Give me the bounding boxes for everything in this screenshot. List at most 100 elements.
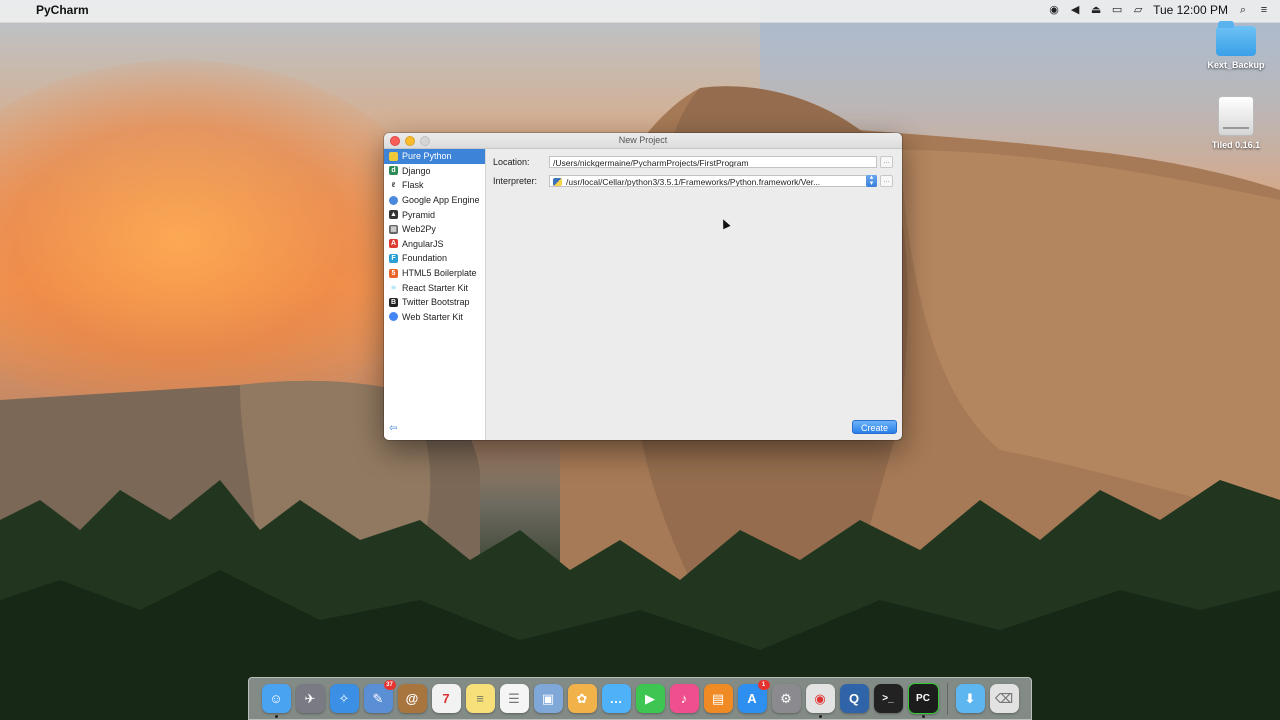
dock-separator	[946, 682, 948, 715]
running-indicator	[274, 715, 278, 718]
eject-icon[interactable]: ⏏	[1090, 4, 1102, 16]
django-icon: d	[389, 166, 398, 176]
project-type-pyramid[interactable]: ▲ Pyramid	[384, 207, 485, 222]
display-icon[interactable]: ▭	[1111, 4, 1123, 16]
ibooks-icon[interactable]: ▤	[703, 684, 733, 713]
contacts-icon[interactable]: @	[397, 684, 427, 713]
project-type-django[interactable]: d Django	[384, 164, 485, 179]
desktop-disk-tiled[interactable]: Tiled 0.16.1	[1196, 96, 1276, 150]
menu-extras: ◉ ◀ ⏏ ▭ ▱ Tue 12:00 PM ⌕ ≡	[1048, 3, 1270, 17]
downloads-folder-icon[interactable]: ⬇	[955, 684, 985, 713]
project-type-label: Google App Engine	[402, 195, 480, 206]
dock: ☺ ✈ ✧ ✎ 37 @ 7 ≡ ☰ ▣ ✿ … ▶ ♪ ▤ A1 ⚙ ◉ Q >…	[248, 677, 1032, 720]
location-browse-button[interactable]: ...	[880, 156, 893, 168]
folder-icon	[1216, 21, 1256, 56]
active-app-menu[interactable]: PyCharm	[36, 3, 89, 17]
finder-icon[interactable]: ☺	[261, 684, 291, 718]
project-type-label: Pure Python	[402, 151, 452, 162]
project-type-react-starter-kit[interactable]: ⚛ React Starter Kit	[384, 280, 485, 295]
itunes-icon[interactable]: ♪	[669, 684, 699, 713]
project-type-label: Twitter Bootstrap	[402, 297, 470, 308]
web2py-icon: ▦	[389, 224, 398, 234]
chevron-updown-icon[interactable]: ▴ ▾	[866, 174, 877, 187]
project-type-label: Web Starter Kit	[402, 311, 463, 322]
project-type-flask[interactable]: ℓ Flask	[384, 178, 485, 193]
project-type-label: Flask	[402, 180, 424, 191]
pycharm-icon[interactable]: PC	[907, 683, 939, 718]
safari-icon[interactable]: ✧	[329, 684, 359, 713]
web-starter-kit-icon	[389, 312, 398, 322]
project-type-web2py[interactable]: ▦ Web2Py	[384, 222, 485, 237]
dialog-titlebar[interactable]: New Project	[384, 133, 902, 149]
app-store-icon[interactable]: A1	[737, 680, 770, 713]
react-icon: ⚛	[390, 284, 397, 292]
messages-icon[interactable]: …	[601, 684, 631, 713]
minimize-window-button[interactable]	[405, 136, 415, 146]
interpreter-label: Interpreter:	[493, 176, 538, 186]
project-type-html5-boilerplate[interactable]: 5 HTML5 Boilerplate	[384, 266, 485, 281]
preview-icon[interactable]: ▣	[533, 684, 563, 713]
dialog-title: New Project	[618, 135, 668, 145]
zoom-window-button[interactable]	[420, 136, 430, 146]
quicktime-icon[interactable]: Q	[839, 684, 869, 713]
calendar-icon[interactable]: 7	[431, 684, 461, 713]
project-type-web-starter-kit[interactable]: Web Starter Kit	[384, 310, 485, 325]
location-label: Location:	[493, 157, 530, 167]
app-engine-icon	[389, 195, 398, 205]
bootstrap-icon: B	[389, 297, 398, 307]
project-settings-panel: Location: /Users/nickgermaine/PycharmPro…	[486, 149, 902, 440]
search-icon[interactable]: ⌕	[1237, 4, 1249, 16]
menubar-clock[interactable]: Tue 12:00 PM	[1153, 3, 1228, 17]
project-type-label: Foundation	[402, 253, 448, 264]
foundation-icon: F	[389, 253, 398, 263]
trash-icon[interactable]: ⌫	[989, 684, 1019, 713]
flask-icon: ℓ	[391, 181, 396, 189]
menu-bar: PyCharm ◉ ◀ ⏏ ▭ ▱ Tue 12:00 PM ⌕ ≡	[0, 0, 1280, 23]
notes-icon[interactable]: ≡	[465, 684, 495, 713]
photos-icon[interactable]: ✿	[567, 684, 597, 713]
running-indicator	[818, 715, 822, 718]
angularjs-icon: A	[389, 239, 398, 249]
interpreter-row: Interpreter: /usr/local/Cellar/python3/3…	[493, 174, 893, 187]
pyramid-icon: ▲	[389, 210, 398, 220]
volume-icon[interactable]: ◀	[1069, 4, 1081, 16]
html5-icon: 5	[389, 268, 398, 278]
list-icon[interactable]: ≡	[1258, 4, 1270, 16]
project-type-list: Pure Python d Django ℓ Flask Google App …	[384, 149, 486, 440]
project-type-pure-python[interactable]: Pure Python	[384, 149, 485, 164]
airplay-icon[interactable]: ▱	[1132, 4, 1144, 16]
terminal-icon[interactable]: >_	[873, 684, 903, 713]
project-type-label: AngularJS	[402, 238, 444, 249]
interpreter-select[interactable]: /usr/local/Cellar/python3/3.5.1/Framewor…	[549, 175, 877, 187]
interpreter-browse-button[interactable]: ...	[880, 175, 893, 187]
notification-badge: 1	[757, 680, 770, 690]
project-type-label: Pyramid	[402, 209, 436, 220]
create-button[interactable]: Create	[852, 420, 897, 434]
window-controls	[390, 136, 430, 146]
facetime-icon[interactable]: ▶	[635, 684, 665, 713]
project-type-twitter-bootstrap[interactable]: B Twitter Bootstrap	[384, 295, 485, 310]
project-type-label: React Starter Kit	[402, 282, 469, 293]
new-project-dialog: New Project Pure Python d Django ℓ Flask…	[384, 133, 902, 440]
photo-preview-icon[interactable]: ✎ 37	[363, 680, 396, 713]
project-type-label: HTML5 Boilerplate	[402, 268, 477, 279]
reminders-icon[interactable]: ☰	[499, 684, 529, 713]
disk-image-icon	[1218, 96, 1254, 136]
back-arrow-icon[interactable]: ⇦	[389, 423, 397, 434]
location-field[interactable]: /Users/nickgermaine/PycharmProjects/Firs…	[549, 156, 877, 168]
system-preferences-icon[interactable]: ⚙	[771, 684, 801, 713]
project-type-label: Django	[402, 165, 431, 176]
close-window-button[interactable]	[390, 136, 400, 146]
chrome-icon[interactable]: ◉	[805, 684, 835, 718]
record-icon[interactable]: ◉	[1048, 4, 1060, 16]
project-type-angularjs[interactable]: A AngularJS	[384, 237, 485, 252]
project-type-foundation[interactable]: F Foundation	[384, 251, 485, 266]
desktop-folder-kext-backup[interactable]: Kext_Backup	[1196, 21, 1276, 70]
desktop-icon-label: Kext_Backup	[1207, 60, 1265, 70]
interpreter-value: /usr/local/Cellar/python3/3.5.1/Framewor…	[566, 177, 821, 187]
project-type-google-app-engine[interactable]: Google App Engine	[384, 193, 485, 208]
launchpad-icon[interactable]: ✈	[295, 684, 325, 713]
desktop-icon-label: Tiled 0.16.1	[1211, 140, 1261, 150]
project-type-label: Web2Py	[402, 224, 436, 235]
running-indicator	[921, 715, 925, 718]
